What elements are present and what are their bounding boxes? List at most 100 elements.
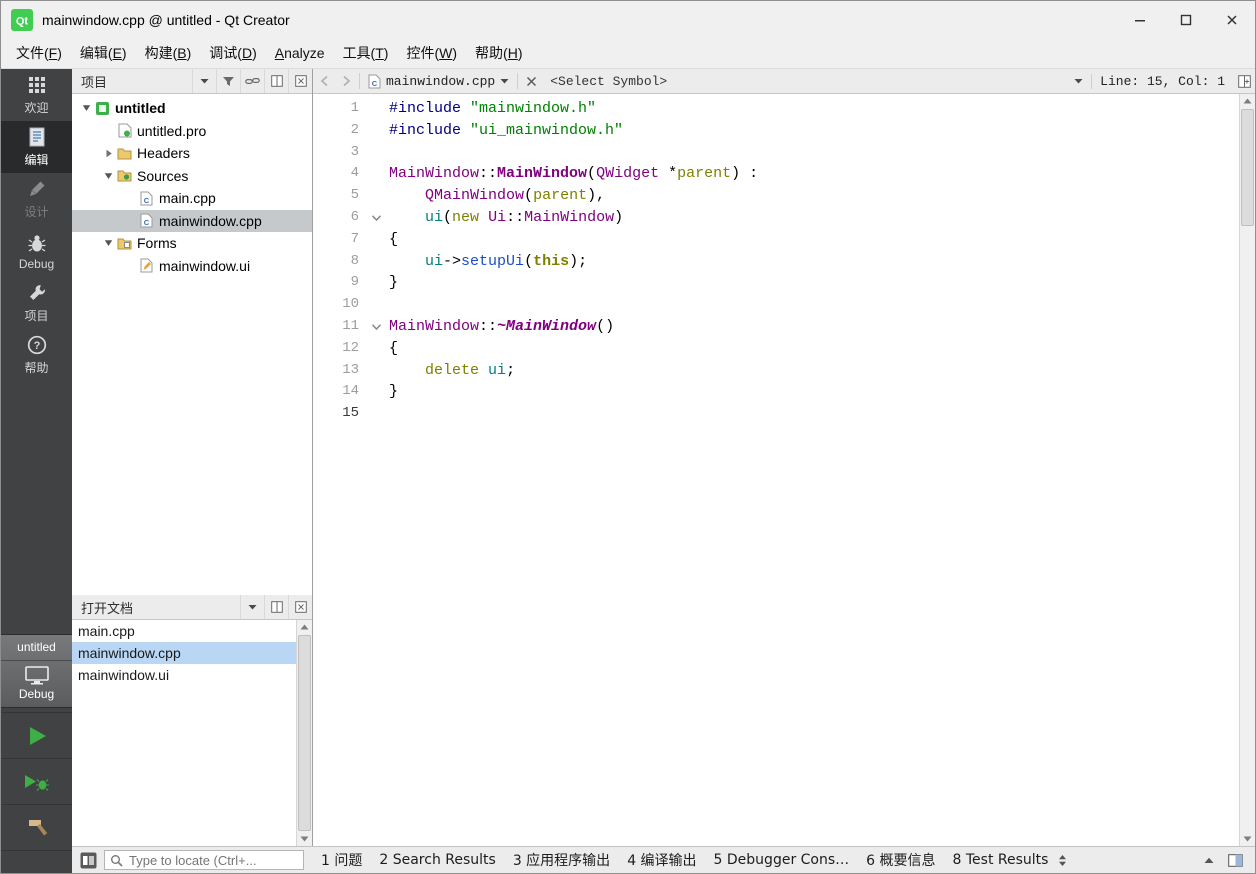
output-pane-2[interactable]: 2 Search Results (379, 852, 495, 868)
build-button[interactable] (1, 805, 72, 851)
close-panel-button[interactable] (288, 69, 312, 93)
documents-scrollbar[interactable] (296, 620, 312, 846)
expander-right-icon[interactable] (101, 149, 116, 158)
expander-down-icon[interactable] (79, 104, 94, 112)
caret-down-button[interactable] (192, 69, 216, 93)
menu-item-6[interactable]: 工具(T) (334, 38, 398, 68)
sidebar-toggle-icon[interactable] (80, 852, 97, 869)
menu-item-4[interactable]: 调试(D) (200, 38, 265, 68)
fold-gutter (363, 163, 389, 185)
minimize-button[interactable] (1117, 1, 1163, 38)
output-pane-3[interactable]: 3 应用程序输出 (513, 850, 610, 870)
fold-marker-icon[interactable] (363, 316, 389, 338)
editor-scrollbar[interactable] (1239, 94, 1255, 846)
locator[interactable] (104, 850, 304, 870)
token-preprocessor: #include (389, 121, 462, 139)
scrollbar-thumb[interactable] (298, 635, 311, 831)
scroll-down-icon[interactable] (1240, 832, 1255, 846)
tree-item-untitled-pro[interactable]: untitled.pro (72, 120, 312, 143)
output-pane-4[interactable]: 4 编译输出 (627, 850, 696, 870)
token-plain: :: (479, 317, 498, 335)
start-debugging-button[interactable] (1, 759, 72, 805)
output-pane-6[interactable]: 6 概要信息 (866, 850, 935, 870)
document-item[interactable]: main.cpp (72, 620, 296, 642)
maximize-button[interactable] (1163, 1, 1209, 38)
open-file-selector[interactable]: C mainwindow.cpp (362, 74, 515, 89)
line-number: 5 (350, 187, 359, 204)
split-button[interactable] (264, 69, 288, 93)
document-item[interactable]: mainwindow.ui (72, 664, 296, 686)
mode-label: 设计 (24, 205, 49, 219)
close-document-icon[interactable] (520, 69, 542, 93)
split-editor-icon[interactable] (1233, 69, 1255, 93)
split-icon (270, 601, 283, 613)
tree-item-headers[interactable]: Headers (72, 142, 312, 165)
menu-item-1[interactable]: 文件(F) (7, 38, 71, 68)
token-preprocessor: #include (389, 100, 462, 117)
caret-down-button[interactable] (240, 595, 264, 619)
token-plain: { (389, 230, 399, 248)
expander-down-icon[interactable] (101, 172, 116, 180)
close-panel-button[interactable] (288, 595, 312, 619)
mode-projects[interactable]: 项目 (1, 277, 72, 329)
code-text: ui(new Ui::MainWindow) (389, 207, 623, 229)
mode-label: 欢迎 (24, 101, 49, 115)
output-pane-1[interactable]: 1 问题 (321, 850, 362, 870)
output-pane-7[interactable]: 8 Test Results (953, 852, 1049, 868)
tree-item-sources[interactable]: Sources (72, 165, 312, 188)
fold-gutter (363, 360, 389, 382)
code-text: MainWindow::MainWindow(QWidget *parent) … (389, 163, 758, 185)
tree-item-mainwindow-ui[interactable]: mainwindow.ui (72, 255, 312, 278)
code-line: 4 MainWindow::MainWindow(QWidget *parent)… (313, 163, 1239, 185)
pane-overflow-icon[interactable] (1058, 854, 1067, 867)
mode-design[interactable]: 设计 (1, 173, 72, 225)
line-number: 12 (342, 339, 359, 356)
forward-icon[interactable] (335, 69, 357, 93)
expander-down-icon[interactable] (101, 239, 116, 247)
scrollbar-thumb[interactable] (1241, 109, 1254, 226)
mode-help[interactable]: ? 帮助 (1, 329, 72, 381)
tree-item-label: mainwindow.ui (159, 257, 251, 274)
token-plain: ) : (731, 165, 759, 183)
mode-welcome[interactable]: 欢迎 (1, 69, 72, 121)
link-button[interactable] (240, 69, 264, 93)
tree-item-forms[interactable]: Forms (72, 232, 312, 255)
scroll-up-icon[interactable] (297, 620, 312, 634)
scroll-up-icon[interactable] (1240, 94, 1255, 108)
design-icon (27, 178, 47, 200)
menu-item-8[interactable]: 帮助(H) (466, 38, 531, 68)
close-button[interactable] (1209, 1, 1255, 38)
filter-button[interactable] (216, 69, 240, 93)
token-keyword: parent (533, 187, 588, 205)
kit-selector[interactable]: untitled Debug (1, 634, 72, 708)
fold-marker-icon[interactable] (363, 207, 389, 229)
collapse-panel-icon[interactable] (1204, 857, 1214, 864)
menu-item-5[interactable]: Analyze (266, 40, 334, 66)
tree-item-main-cpp[interactable]: Cmain.cpp (72, 187, 312, 210)
token-type: QWidget (596, 165, 660, 183)
scroll-down-icon[interactable] (297, 832, 312, 846)
tree-item-mainwindow-cpp[interactable]: Cmainwindow.cpp (72, 209, 312, 232)
mode-label: 编辑 (24, 153, 49, 167)
mode-edit[interactable]: 编辑 (1, 121, 72, 173)
symbol-selector[interactable]: <Select Symbol> (542, 74, 1091, 89)
menu-item-7[interactable]: 控件(W) (397, 38, 466, 68)
code-editor[interactable]: 1 #include "mainwindow.h" 2 #include "ui_ma… (313, 94, 1255, 846)
run-button[interactable] (1, 712, 72, 759)
symbol-selector-label: <Select Symbol> (550, 73, 668, 89)
token-plain: } (389, 383, 399, 401)
fold-gutter (363, 185, 389, 207)
split-button[interactable] (264, 595, 288, 619)
document-item[interactable]: mainwindow.cpp (72, 642, 296, 664)
tree-item-untitled[interactable]: untitled (72, 97, 312, 120)
back-icon[interactable] (313, 69, 335, 93)
fold-gutter (363, 338, 389, 360)
mode-debug[interactable]: Debug (1, 225, 72, 277)
menu-item-3[interactable]: 构建(B) (136, 38, 201, 68)
output-panel-icon[interactable] (1228, 853, 1243, 867)
output-pane-5[interactable]: 5 Debugger Cons… (714, 852, 850, 868)
locator-input[interactable] (127, 851, 298, 869)
menu-item-2[interactable]: 编辑(E) (71, 38, 136, 68)
